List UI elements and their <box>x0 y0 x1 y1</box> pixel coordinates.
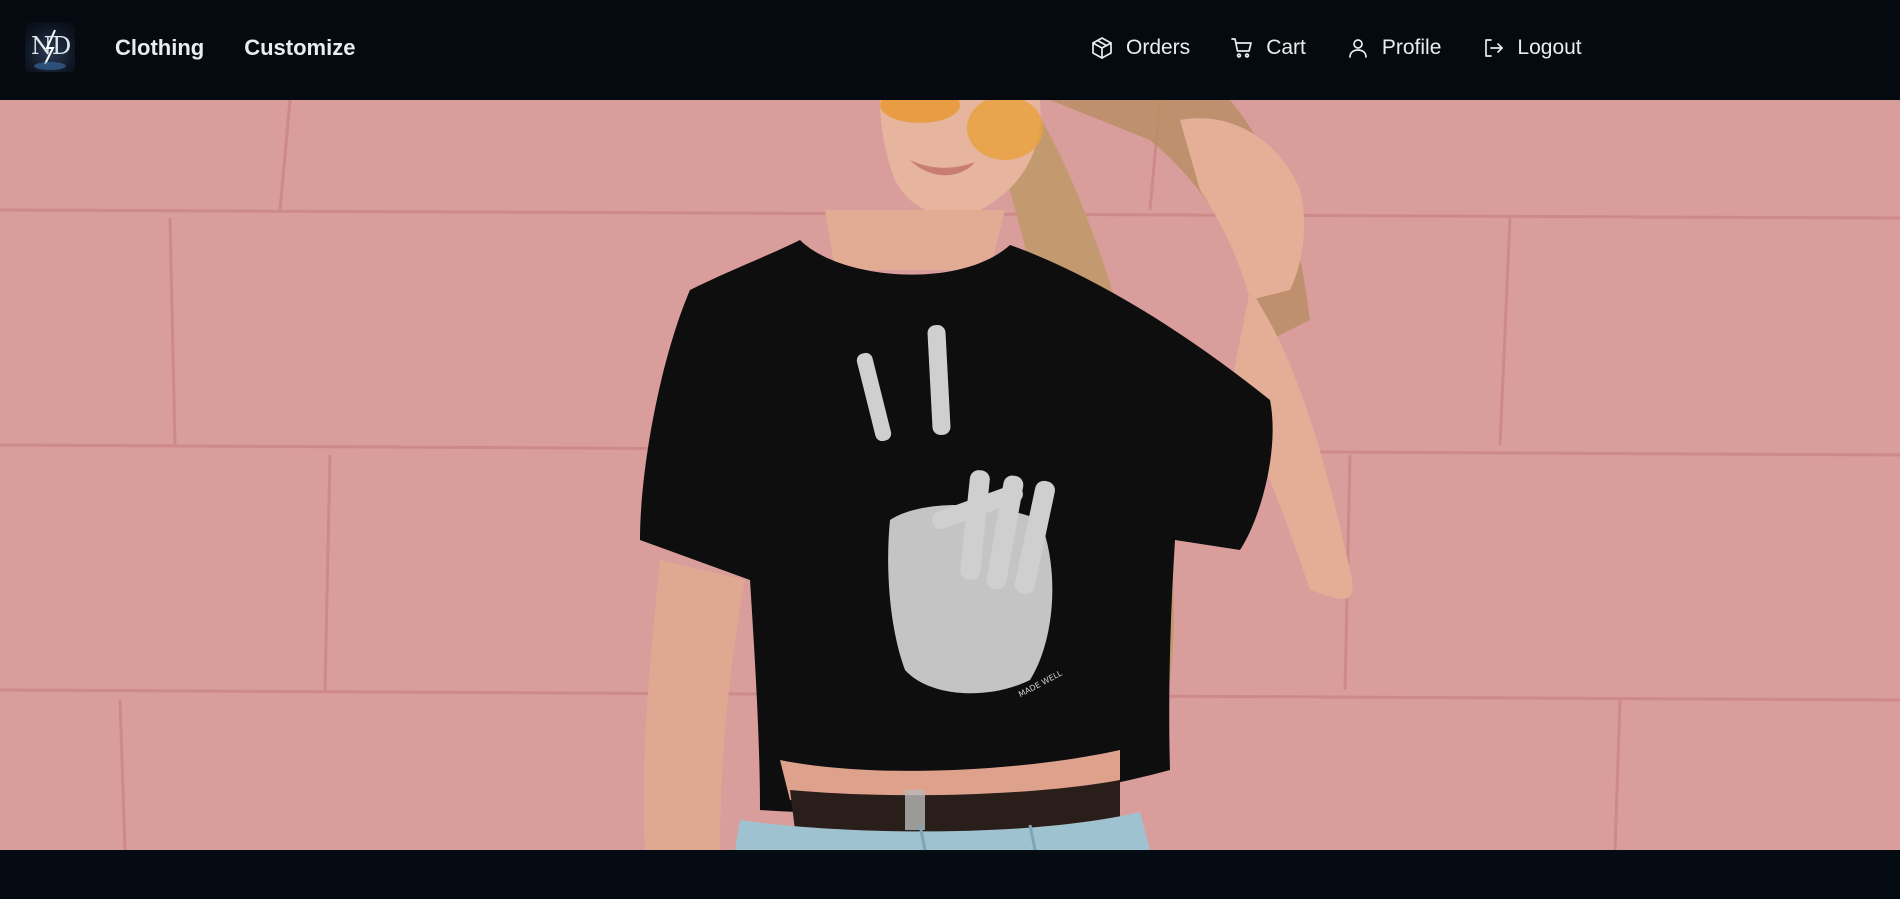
user-icon <box>1349 39 1367 58</box>
nav-profile-label: Profile <box>1381 36 1442 59</box>
nav-cart[interactable]: Cart <box>1230 32 1306 64</box>
logout-icon <box>1485 39 1504 57</box>
brand-logo[interactable]: ND <box>25 22 75 72</box>
nav-orders-label: Orders <box>1126 36 1191 59</box>
brand-logo-text: ND <box>31 32 71 60</box>
nav-logout-label: Logout <box>1517 36 1582 59</box>
nav-cart-label: Cart <box>1266 36 1306 59</box>
hero-photo: MADE WELL <box>0 100 1900 850</box>
nav-clothing-link[interactable]: Clothing <box>115 32 204 64</box>
nav-orders[interactable]: Orders <box>1090 32 1190 64</box>
nav-profile[interactable]: Profile <box>1346 32 1442 64</box>
brand-logo-icon: ND <box>31 29 71 70</box>
nav-right: Orders Cart Profile Logout <box>1090 32 1582 64</box>
page: ND Clothing Customize Orders Cart Profil… <box>0 0 1900 899</box>
nav-customize-link[interactable]: Customize <box>244 32 355 64</box>
hero-banner: MADE WELL <box>0 100 1900 850</box>
top-navbar: ND Clothing Customize Orders Cart Profil… <box>0 0 1900 100</box>
package-icon <box>1092 37 1112 59</box>
cart-icon <box>1231 38 1253 58</box>
nav-left: Clothing Customize <box>115 32 355 64</box>
nav-logout[interactable]: Logout <box>1481 32 1582 64</box>
